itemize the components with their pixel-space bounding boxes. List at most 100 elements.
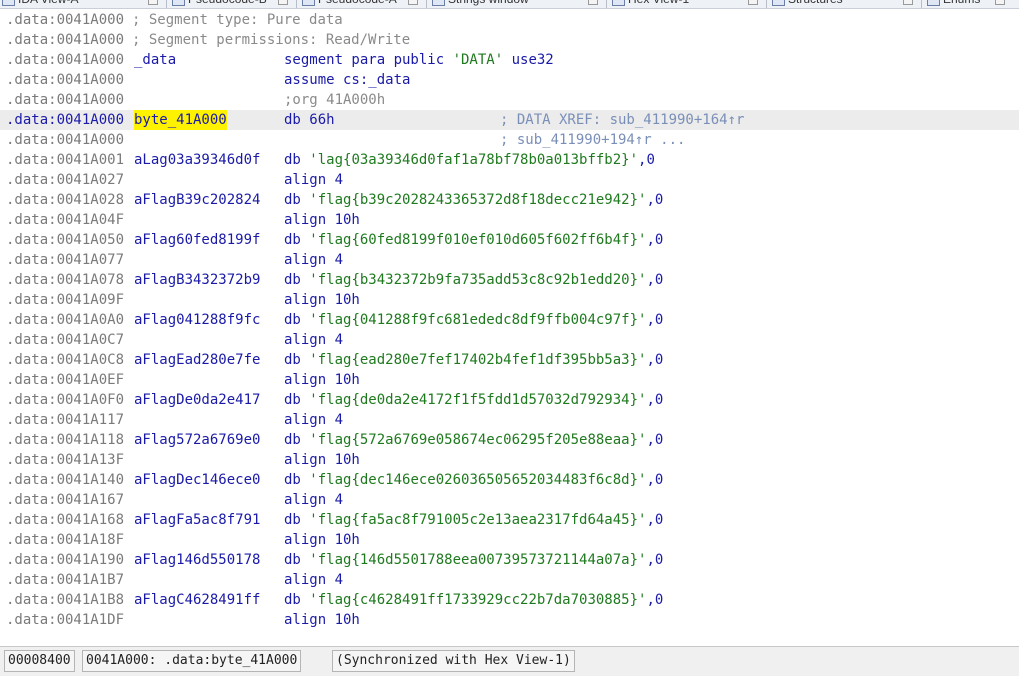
- row-label[interactable]: byte_41A000: [134, 110, 227, 130]
- row-instruction: align 10h: [284, 612, 360, 628]
- tab-close-icon[interactable]: [588, 0, 598, 5]
- row-terminator: ,0: [646, 552, 664, 568]
- row-label[interactable]: _data: [134, 50, 176, 70]
- row-terminator: ,0: [646, 512, 664, 528]
- listing-row[interactable]: .data:0041A001 aLag03a39346d0f db 'lag{03a…: [0, 150, 1019, 170]
- row-address: .data:0041A000: [6, 112, 125, 128]
- tab-structures[interactable]: Structures: [770, 0, 913, 7]
- row-label[interactable]: aFlag572a6769e0: [134, 430, 260, 450]
- tab-bar: IDA View-A Pseudocode-B Pseudocode-A String…: [0, 0, 1019, 9]
- tab-view-icon: [612, 0, 625, 6]
- listing-row[interactable]: .data:0041A1B7 align 4: [0, 570, 1019, 590]
- tab-separator: [296, 0, 297, 8]
- listing-row[interactable]: .data:0041A190 aFlag146d550178 db 'flag{14…: [0, 550, 1019, 570]
- listing-row[interactable]: .data:0041A18F align 10h: [0, 530, 1019, 550]
- row-address: .data:0041A117: [6, 412, 125, 428]
- status-location: 0041A000: .data:byte_41A000: [82, 650, 302, 672]
- listing-row[interactable]: .data:0041A000 byte_41A000 db 66h ; DATA XR…: [0, 110, 1019, 130]
- tab-close-icon[interactable]: [278, 0, 288, 5]
- row-string-operand: 'flag{041288f9fc681ededc8df9ffb004c97f}': [309, 312, 647, 328]
- row-instruction: db 'flag{ead280e7fef17402b4fef1df395bb5a…: [284, 352, 664, 368]
- listing-row[interactable]: .data:0041A000 ;org 41A000h: [0, 90, 1019, 110]
- status-bar: 00008400 0041A000: .data:byte_41A000 (Sy…: [0, 646, 1019, 676]
- listing-row[interactable]: .data:0041A04F align 10h: [0, 210, 1019, 230]
- listing-row[interactable]: .data:0041A118 aFlag572a6769e0 db 'flag{57…: [0, 430, 1019, 450]
- listing-row[interactable]: .data:0041A0C7 align 4: [0, 330, 1019, 350]
- row-string-operand: 'flag{b3432372b9fa735add53c8c92b1edd20}': [309, 272, 647, 288]
- listing-row[interactable]: .data:0041A000 ; sub_411990+194↑r ...: [0, 130, 1019, 150]
- row-address: .data:0041A167: [6, 492, 125, 508]
- row-instruction: align 10h: [284, 292, 360, 308]
- listing-row[interactable]: .data:0041A0F0 aFlagDe0da2e417 db 'flag{de…: [0, 390, 1019, 410]
- row-address: .data:0041A1B8: [6, 592, 125, 608]
- row-instruction: db 'flag{de0da2e4172f1f5fdd1d57032d79293…: [284, 392, 664, 408]
- tab-view-icon: [772, 0, 785, 6]
- listing-row[interactable]: .data:0041A000 ; Segment permissions: Rea…: [0, 30, 1019, 50]
- row-address: .data:0041A168: [6, 512, 125, 528]
- listing-row[interactable]: .data:0041A0A0 aFlag041288f9fc db 'flag{04…: [0, 310, 1019, 330]
- row-terminator: ,0: [646, 472, 664, 488]
- row-label[interactable]: aFlag041288f9fc: [134, 310, 260, 330]
- listing-row[interactable]: .data:0041A000 ; Segment type: Pure data: [0, 10, 1019, 30]
- row-label[interactable]: aFlagB3432372b9: [134, 270, 260, 290]
- tab-pseudocode-b[interactable]: Pseudocode-B: [170, 0, 288, 7]
- listing-row[interactable]: .data:0041A168 aFlagFa5ac8f791 db 'flag{fa…: [0, 510, 1019, 530]
- listing-row[interactable]: .data:0041A078 aFlagB3432372b9 db 'flag{b3…: [0, 270, 1019, 290]
- listing-row[interactable]: .data:0041A167 align 4: [0, 490, 1019, 510]
- listing-row[interactable]: .data:0041A1DF align 10h: [0, 610, 1019, 630]
- row-instruction: db 'flag{b3432372b9fa735add53c8c92b1edd2…: [284, 272, 664, 288]
- row-instruction: align 4: [284, 172, 344, 188]
- row-terminator: ,0: [638, 152, 655, 168]
- listing-row[interactable]: .data:0041A000 assume cs:_data: [0, 70, 1019, 90]
- row-string-operand: 'flag{c4628491ff1733929cc22b7da7030885}': [309, 592, 647, 608]
- tab-separator: [606, 0, 607, 8]
- listing-row[interactable]: .data:0041A027 align 4: [0, 170, 1019, 190]
- tab-strings-window[interactable]: Strings window: [430, 0, 598, 7]
- tab-close-icon[interactable]: [995, 0, 1005, 5]
- tab-close-icon[interactable]: [408, 0, 418, 5]
- row-instruction: db 'flag{041288f9fc681ededc8df9ffb004c97…: [284, 312, 664, 328]
- listing-row[interactable]: .data:0041A13F align 10h: [0, 450, 1019, 470]
- listing-row[interactable]: .data:0041A077 align 4: [0, 250, 1019, 270]
- tab-close-icon[interactable]: [148, 0, 158, 5]
- row-instruction: align 4: [284, 332, 344, 348]
- tab-ida-view-a[interactable]: IDA View-A: [0, 0, 158, 7]
- row-instruction: db 'flag{fa5ac8f791005c2e13aea2317fd64a4…: [284, 512, 664, 528]
- row-address: .data:0041A001: [6, 152, 125, 168]
- listing-row[interactable]: .data:0041A09F align 10h: [0, 290, 1019, 310]
- row-label[interactable]: aFlagFa5ac8f791: [134, 510, 260, 530]
- row-instruction: align 10h: [284, 532, 360, 548]
- disassembly-listing[interactable]: .data:0041A000 ; Segment type: Pure data.…: [0, 10, 1019, 642]
- row-instruction: db 'flag{60fed8199f010ef010d605f602ff6b4…: [284, 232, 664, 248]
- tab-hex-view-1[interactable]: Hex View-1: [610, 0, 758, 7]
- row-label[interactable]: aFlagDe0da2e417: [134, 390, 260, 410]
- listing-row[interactable]: .data:0041A0EF align 10h: [0, 370, 1019, 390]
- tab-close-icon[interactable]: [903, 0, 913, 5]
- listing-row[interactable]: .data:0041A1B8 aFlagC4628491ff db 'flag{c4…: [0, 590, 1019, 610]
- row-label[interactable]: aFlag60fed8199f: [134, 230, 260, 250]
- row-label[interactable]: aFlagDec146ece0: [134, 470, 260, 490]
- tab-enums[interactable]: Enums: [925, 0, 1005, 7]
- row-label[interactable]: aFlagEad280e7fe: [134, 350, 260, 370]
- tab-pseudocode-a[interactable]: Pseudocode-A: [300, 0, 418, 7]
- listing-row[interactable]: .data:0041A117 align 4: [0, 410, 1019, 430]
- row-label[interactable]: aFlagC4628491ff: [134, 590, 260, 610]
- row-string-operand: 'lag{03a39346d0faf1a78bf78b0a013bffb2}': [309, 152, 639, 168]
- row-address: .data:0041A000: [6, 52, 125, 68]
- row-address: .data:0041A077: [6, 252, 125, 268]
- row-instruction: segment para public 'DATA' use32: [284, 50, 554, 70]
- row-label[interactable]: aFlag146d550178: [134, 550, 260, 570]
- listing-row[interactable]: .data:0041A0C8 aFlagEad280e7fe db 'flag{ea…: [0, 350, 1019, 370]
- listing-row[interactable]: .data:0041A000 _data segment para public '…: [0, 50, 1019, 70]
- row-string-operand: 'flag{dec146ece026036505652034483f6c8d}': [309, 472, 647, 488]
- row-label[interactable]: aFlagB39c202824: [134, 190, 260, 210]
- listing-row[interactable]: .data:0041A050 aFlag60fed8199f db 'flag{60…: [0, 230, 1019, 250]
- row-address: .data:0041A000: [6, 32, 125, 48]
- row-instruction: db 'flag{dec146ece026036505652034483f6c8…: [284, 472, 664, 488]
- row-instruction: align 4: [284, 412, 344, 428]
- tab-close-icon[interactable]: [748, 0, 758, 5]
- listing-row[interactable]: .data:0041A028 aFlagB39c202824 db 'flag{b3…: [0, 190, 1019, 210]
- row-label[interactable]: aLag03a39346d0f: [134, 150, 260, 170]
- listing-row[interactable]: .data:0041A140 aFlagDec146ece0 db 'flag{de…: [0, 470, 1019, 490]
- row-address: .data:0041A0EF: [6, 372, 125, 388]
